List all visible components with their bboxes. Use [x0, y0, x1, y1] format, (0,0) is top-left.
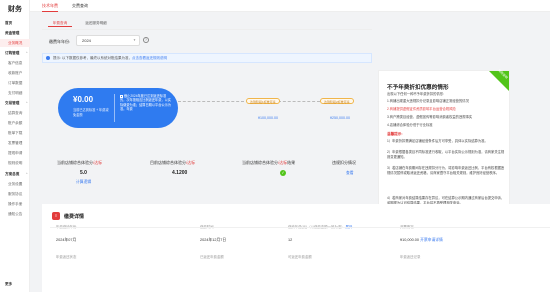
sidebar-item[interactable]: 更多: [0, 280, 30, 288]
sidebar-item[interactable]: 账单下载: [0, 129, 30, 137]
invoice-apply-link[interactable]: 开票申请详情: [420, 238, 443, 242]
sidebar-item[interactable]: 提现申请: [0, 149, 30, 157]
cell-year: 2024年07月: [56, 238, 77, 242]
flow-connector-1: [178, 101, 244, 102]
rules-item-4: 4.店铺综合体验分低于行业标准: [387, 123, 433, 127]
stat-label-1: 当前店铺综合体验分/达标: [57, 160, 103, 165]
sidebar-item[interactable]: 订购管理 ⌃: [0, 49, 30, 57]
year-select-value: 2024: [82, 38, 91, 43]
payment-detail-section: ≡ 缴费详情: [42, 204, 550, 292]
subtab-divider: [42, 29, 372, 30]
rules-item-1: 1.商铺出现重大违规扣分记录且影响店铺正常经营的情况: [387, 99, 469, 103]
col-header-refund-status: 年费返还状态: [56, 255, 77, 259]
sidebar-item[interactable]: 资金管理: [0, 29, 30, 37]
check-circle-icon: ✓: [280, 170, 286, 176]
sidebar-item[interactable]: 操作手册: [0, 200, 30, 208]
year-label: 缴费年年份:: [49, 39, 71, 44]
stat-label-2: 目前店铺综合体验分/达标: [150, 160, 196, 165]
sidebar-item[interactable]: 业务设置: [0, 180, 30, 188]
rules-title: 不予年费折扣优惠的情形: [387, 85, 449, 91]
stat-value-1: 5.0: [80, 170, 87, 176]
rules-item-3: 3.商户跨类目经营、虚假宣传等影响消费者权益的违规事实: [387, 115, 473, 119]
flow-description: 截止2024年度已达到返还标准的，次年按相应比例返还年费，以实际缴费为准；结算日…: [120, 94, 171, 112]
calc-logic-link[interactable]: 计算逻辑: [76, 180, 91, 185]
subtab-refund-detail[interactable]: 返还服务明细: [78, 20, 114, 27]
chevron-up-icon: ⌃: [25, 101, 28, 105]
tips-para-1: 1）年费折扣需满足店铺经营条件后方可享受，具体以实际结算为准。: [387, 139, 488, 143]
chevron-up-icon: ⌃: [25, 172, 28, 176]
stat-label-3: 当前店铺综合体验分/达标结果: [242, 160, 296, 165]
table-divider: [50, 227, 550, 228]
tab-payment-query[interactable]: 交费查询: [72, 3, 88, 9]
step-2-badge: 达到阶段2标准可享: [320, 98, 354, 104]
chevron-down-icon: ▼: [133, 38, 136, 42]
flow-divider: [114, 94, 115, 122]
sidebar-item[interactable]: 首页: [0, 19, 30, 27]
rules-intro: 出现以下任何一种不予年费折扣的情形:: [387, 92, 444, 96]
rules-corner-tag: 规则说明: [489, 68, 509, 91]
refund-amount: ¥0.00: [73, 95, 94, 104]
refund-amount-note: 当前已达到标准 + 年费减免金额: [73, 108, 109, 117]
stat-label-4: 违规扣分情况: [332, 160, 356, 165]
flow-connector-2: [278, 101, 320, 102]
step-2-amount: ¥250,000.00: [330, 116, 350, 120]
fee-flow-card: ¥0.00 当前已达到标准 + 年费减免金额 截止2024年度已达到返还标准的，…: [58, 88, 178, 128]
sidebar-item[interactable]: 支付明细: [0, 89, 30, 97]
rules-item-2: 2.商铺提供虚假证件资质影响平台运营合规风险: [387, 107, 456, 111]
chevron-up-icon: ⌃: [25, 51, 28, 55]
step-1-badge: 达到阶段1标准可享: [246, 98, 280, 104]
col-header-refunded: 已返还年费金额: [200, 255, 224, 259]
subtab-fee-query[interactable]: 年费查询: [48, 20, 72, 27]
sidebar: 财务 首页资金管理业务概况订购管理 ⌃ 客户信息收款账户订单数据支付明细交易管理 ⌃ 结…: [0, 0, 30, 292]
tab-annual-fee[interactable]: 技术年费: [42, 3, 58, 12]
cell-invoice: ¥10,000.00 开票申请详情: [400, 238, 443, 242]
sidebar-item[interactable]: 通知公告: [0, 210, 30, 218]
cell-time: 2024年12月7日: [200, 238, 227, 242]
sidebar-item[interactable]: 方案总揽 ⌃: [0, 170, 30, 178]
app-logo: 财务: [8, 6, 22, 13]
notice-text: 提示: 以下数据仅参考，最终以系统对账结果为准，: [53, 56, 132, 60]
sidebar-item[interactable]: 订单数据: [0, 79, 30, 87]
year-select[interactable]: 2024 ▼: [76, 35, 140, 46]
help-icon[interactable]: ?: [143, 37, 149, 43]
info-icon: [46, 56, 50, 60]
col-header-refundable: 可返还年费金额: [288, 255, 312, 259]
stat-value-2: 4.1200: [172, 170, 188, 176]
sidebar-item[interactable]: 发票管理: [0, 139, 30, 147]
view-violations-link[interactable]: 查看: [346, 171, 354, 176]
detail-title: 缴费详情: [64, 214, 85, 220]
notice-banner: 提示: 以下数据仅参考，最终以系统对账结果为准，点击查看返还规则说明: [42, 53, 372, 63]
sidebar-item[interactable]: 规则说明: [0, 159, 30, 167]
sidebar-item[interactable]: 业务概况: [0, 39, 30, 47]
top-tab-bar: 技术年费 交费查询: [30, 0, 550, 12]
notice-link[interactable]: 点击查看返还规则说明: [132, 56, 167, 60]
cell-amount: 12: [288, 238, 293, 242]
sidebar-item[interactable]: 账户余额: [0, 119, 30, 127]
sidebar-item[interactable]: 服务协议: [0, 190, 30, 198]
sidebar-item[interactable]: 收款账户: [0, 69, 30, 77]
col-header-refund-record: 年费返还记录: [400, 255, 421, 259]
sidebar-item[interactable]: 交易管理 ⌃: [0, 99, 30, 107]
tips-heading: 温馨提示:: [387, 132, 403, 136]
bill-icon: ≡: [52, 212, 60, 220]
step-1-amount: ¥100,000.00: [258, 116, 278, 120]
tips-para-3: 3）若店铺在年费期间存在违规扣分行为，将影响年费返还比例，平台有权根据违规情况暂…: [387, 166, 505, 175]
sidebar-item[interactable]: 结算查询: [0, 109, 30, 117]
tips-para-2: 2）年费根据各类目不同标准进行收取，以平台实际公示规则为准，请商家关注规则变更通…: [387, 150, 505, 159]
sidebar-item[interactable]: 客户信息: [0, 59, 30, 67]
